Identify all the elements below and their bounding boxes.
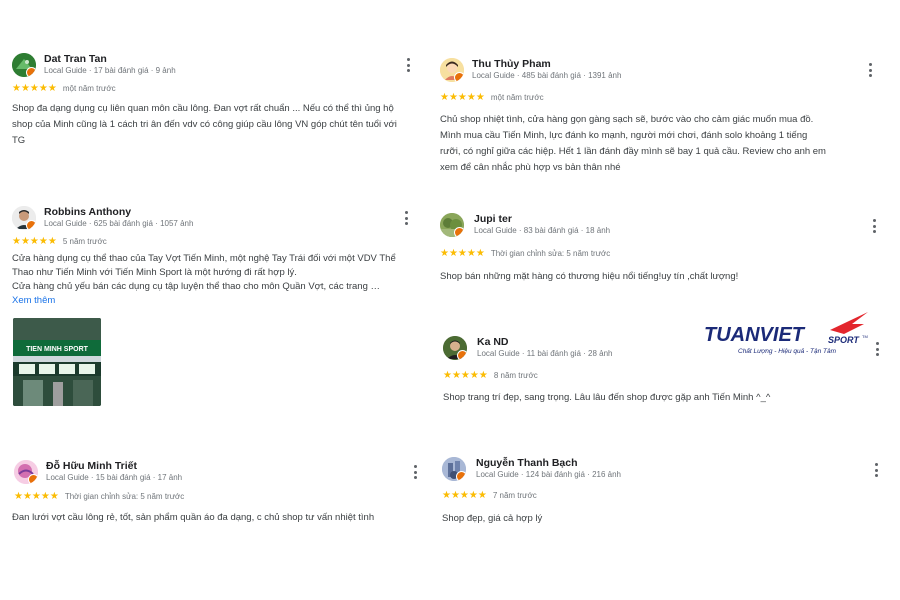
review-line: rưỡi, có nghỉ giữa các hiệp. Hết 1 lần đ… <box>440 146 826 157</box>
review-card: Đỗ Hữu Minh Triết Local Guide · 15 bài đ… <box>12 460 424 540</box>
review-line: Cửa hàng chủ yếu bán các dụng cụ tập luy… <box>12 281 381 292</box>
review-card: Nguyễn Thanh Bạch Local Guide · 124 bài … <box>442 457 882 537</box>
review-line: Đan lưới vợt cầu lông rẻ, tốt, sản phẩm … <box>12 512 375 523</box>
review-line: Thao như Tiến Minh với Tiến Minh Sport l… <box>12 267 297 278</box>
local-guide-badge-icon <box>26 67 36 77</box>
reviewer-name[interactable]: Dat Tran Tan <box>44 53 107 65</box>
rating-row: ★★★★★ Thời gian chỉnh sửa: 5 năm trước <box>440 248 610 259</box>
review-text: Shop đa dạng dụng cụ liên quan môn cầu l… <box>12 101 422 149</box>
star-rating: ★★★★★ <box>12 83 57 94</box>
more-vert-icon[interactable] <box>874 463 878 477</box>
rating-row: ★★★★★ một năm trước <box>12 83 116 94</box>
reviewer-meta: Local Guide · 485 bài đánh giá · 1391 ản… <box>472 71 622 80</box>
review-time: một năm trước <box>62 84 116 93</box>
star-rating: ★★★★★ <box>440 248 485 259</box>
reviewer-meta: Local Guide · 625 bài đánh giá · 1057 ản… <box>44 219 194 228</box>
store-sign-text: TIEN MINH SPORT <box>26 346 89 353</box>
avatar[interactable] <box>442 457 466 481</box>
rating-row: ★★★★★ 8 năm trước <box>443 370 538 381</box>
review-text: Cửa hàng dụng cụ thể thao của Tay Vợt Ti… <box>12 252 422 308</box>
local-guide-badge-icon <box>456 471 466 481</box>
review-line: xem để cân nhắc phù hợp vs bản thân nhé <box>440 162 621 173</box>
review-card: Jupi ter Local Guide · 83 bài đánh giá ·… <box>440 213 880 293</box>
avatar[interactable] <box>440 213 464 237</box>
avatar[interactable] <box>14 460 38 484</box>
more-vert-icon[interactable] <box>404 211 408 225</box>
rating-row: ★★★★★ một năm trước <box>440 92 544 103</box>
reviewer-meta: Local Guide · 124 bài đánh giá · 216 ảnh <box>476 470 621 479</box>
local-guide-badge-icon <box>28 474 38 484</box>
review-text: Shop đẹp, giá cả hợp lý <box>442 511 882 527</box>
review-card: Robbins Anthony Local Guide · 625 bài đá… <box>12 206 422 416</box>
review-line: Shop bán những mặt hàng có thương hiệu n… <box>440 271 739 282</box>
review-line: Cửa hàng dụng cụ thể thao của Tay Vợt Ti… <box>12 253 396 264</box>
reviewer-name[interactable]: Robbins Anthony <box>44 206 131 218</box>
reviewer-meta: Local Guide · 17 bài đánh giá · 9 ảnh <box>44 66 176 75</box>
star-rating: ★★★★★ <box>443 370 488 381</box>
reviewer-name[interactable]: Nguyễn Thanh Bạch <box>476 457 578 469</box>
review-time: Thời gian chỉnh sửa: 5 năm trước <box>490 249 611 258</box>
rating-row: ★★★★★ 7 năm trước <box>442 490 537 501</box>
reviewer-name[interactable]: Thu Thủy Pham <box>472 58 551 70</box>
review-line: Shop đẹp, giá cả hợp lý <box>442 513 543 524</box>
more-vert-icon[interactable] <box>413 465 417 479</box>
review-line: Mình mua cầu Tiến Minh, lực đánh ko mạnh… <box>440 130 808 141</box>
review-text: Đan lưới vợt cầu lông rẻ, tốt, sản phẩm … <box>12 510 422 526</box>
more-vert-icon[interactable] <box>875 342 879 356</box>
review-time: một năm trước <box>490 93 544 102</box>
review-line: Chủ shop nhiệt tình, cửa hàng gọn gàng s… <box>440 114 814 125</box>
star-rating: ★★★★★ <box>440 92 485 103</box>
star-rating: ★★★★★ <box>14 491 59 502</box>
rating-row: ★★★★★ Thời gian chỉnh sửa: 5 năm trước <box>14 491 184 502</box>
review-text: Shop trang trí đẹp, sang trọng. Lâu lâu … <box>443 390 883 406</box>
avatar[interactable] <box>12 53 36 77</box>
avatar[interactable] <box>12 206 36 230</box>
reviewer-meta: Local Guide · 83 bài đánh giá · 18 ảnh <box>474 226 611 235</box>
reviewer-name[interactable]: Jupi ter <box>474 213 512 225</box>
reviewer-name[interactable]: Đỗ Hữu Minh Triết <box>46 460 137 472</box>
review-card: Thu Thủy Pham Local Guide · 485 bài đánh… <box>440 58 885 178</box>
review-time: 7 năm trước <box>492 491 537 500</box>
review-photo[interactable]: TIEN MINH SPORT <box>13 318 101 406</box>
review-time: Thời gian chỉnh sửa: 5 năm trước <box>64 492 185 501</box>
review-card: Dat Tran Tan Local Guide · 17 bài đánh g… <box>12 53 422 163</box>
local-guide-badge-icon <box>457 350 467 360</box>
review-card: Ka ND Local Guide · 11 bài đánh giá · 28… <box>443 336 883 416</box>
star-rating: ★★★★★ <box>12 236 57 247</box>
see-more-link[interactable]: Xem thêm <box>12 294 422 308</box>
reviewer-meta: Local Guide · 15 bài đánh giá · 17 ảnh <box>46 473 183 482</box>
review-time: 8 năm trước <box>493 371 538 380</box>
more-vert-icon[interactable] <box>406 58 410 72</box>
avatar[interactable] <box>440 58 464 82</box>
review-line: shop của Minh cũng là 1 cách tri ân đến … <box>12 119 397 130</box>
local-guide-badge-icon <box>454 72 464 82</box>
star-rating: ★★★★★ <box>442 490 487 501</box>
more-vert-icon[interactable] <box>868 63 872 77</box>
review-time: 5 năm trước <box>62 237 107 246</box>
more-vert-icon[interactable] <box>872 219 876 233</box>
reviewer-name[interactable]: Ka ND <box>477 336 509 348</box>
review-line: Shop trang trí đẹp, sang trọng. Lâu lâu … <box>443 392 771 403</box>
review-line: Shop đa dạng dụng cụ liên quan môn cầu l… <box>12 103 394 114</box>
local-guide-badge-icon <box>454 227 464 237</box>
reviewer-meta: Local Guide · 11 bài đánh giá · 28 ảnh <box>477 349 613 358</box>
review-text: Shop bán những mặt hàng có thương hiệu n… <box>440 269 880 285</box>
local-guide-badge-icon <box>26 220 36 230</box>
avatar[interactable] <box>443 336 467 360</box>
review-line: TG <box>12 135 26 146</box>
rating-row: ★★★★★ 5 năm trước <box>12 236 107 247</box>
review-text: Chủ shop nhiệt tình, cửa hàng gọn gàng s… <box>440 112 885 176</box>
